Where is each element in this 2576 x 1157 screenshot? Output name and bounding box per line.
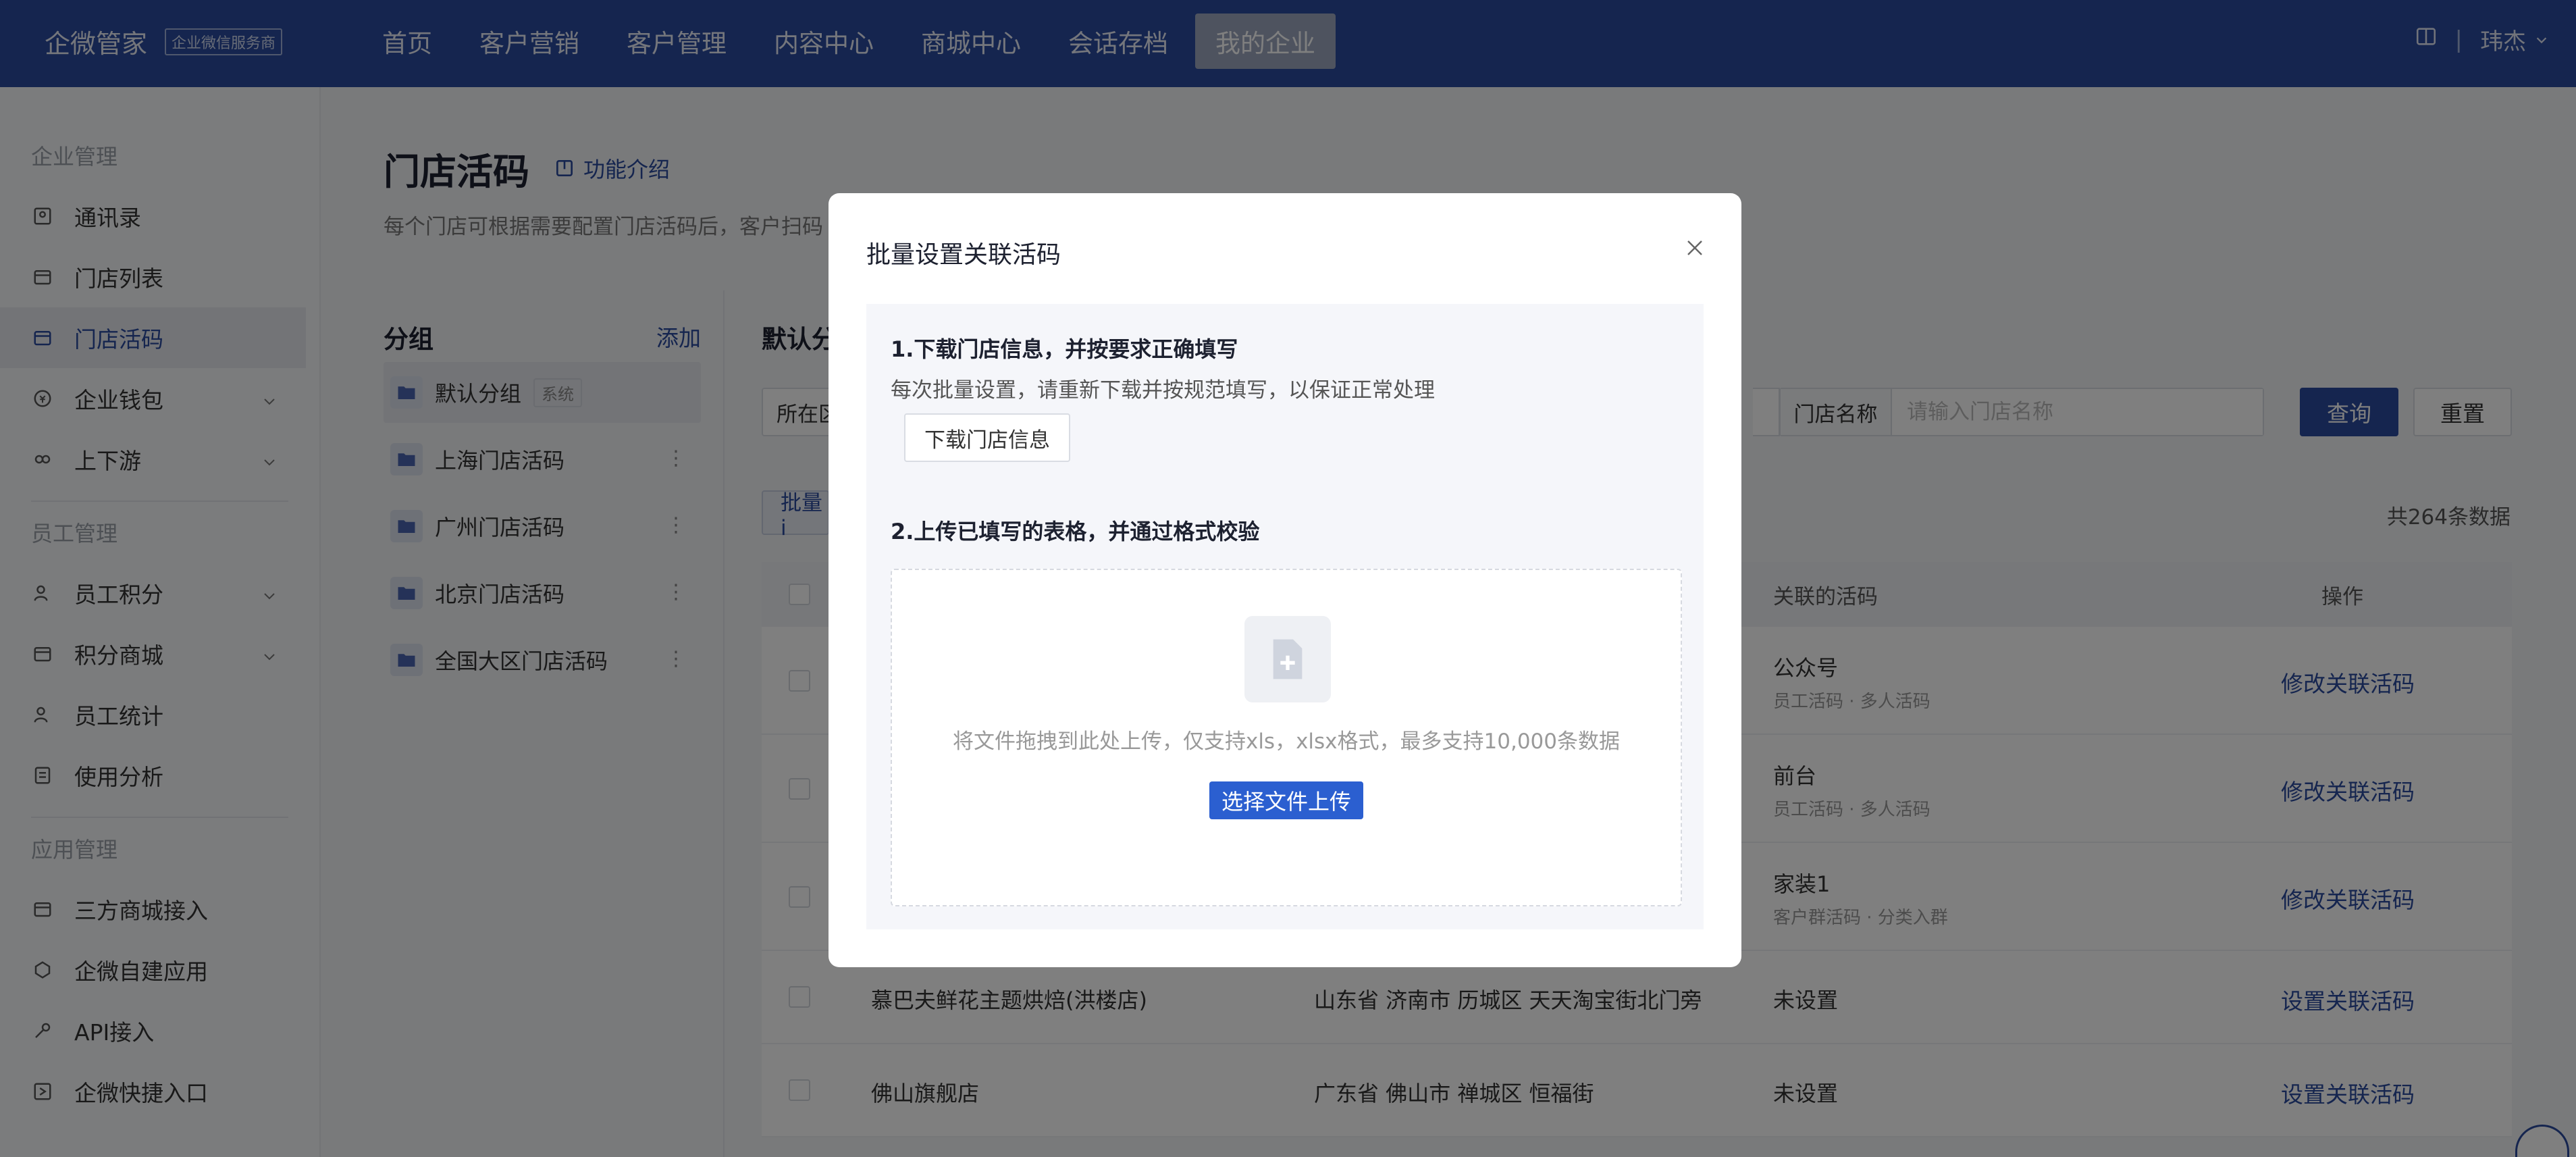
batch-link-modal: 批量设置关联活码 1.下载门店信息，并按要求正确填写 每次批量设置，请重新下载并… <box>829 193 1741 967</box>
step1-title: 1.下载门店信息，并按要求正确填写 <box>891 336 1238 362</box>
step1-panel: 1.下载门店信息，并按要求正确填写 每次批量设置，请重新下载并按规范填写，以保证… <box>866 304 1704 488</box>
file-dropzone[interactable]: 将文件拖拽到此处上传，仅支持xls，xlsx格式，最多支持10,000条数据 选… <box>891 569 1682 906</box>
download-store-info-button[interactable]: 下载门店信息 <box>904 413 1070 462</box>
step1-description: 每次批量设置，请重新下载并按规范填写，以保证正常处理 <box>891 378 1435 403</box>
close-icon[interactable] <box>1685 238 1705 258</box>
step2-panel: 2.上传已填写的表格，并通过格式校验 将文件拖拽到此处上传，仅支持xls，xls… <box>866 488 1704 929</box>
step2-title: 2.上传已填写的表格，并通过格式校验 <box>891 519 1260 544</box>
dropzone-hint: 将文件拖拽到此处上传，仅支持xls，xlsx格式，最多支持10,000条数据 <box>952 729 1621 754</box>
select-file-upload-button[interactable]: 选择文件上传 <box>1209 781 1363 819</box>
add-file-icon <box>1244 616 1331 702</box>
modal-title: 批量设置关联活码 <box>866 241 1061 269</box>
